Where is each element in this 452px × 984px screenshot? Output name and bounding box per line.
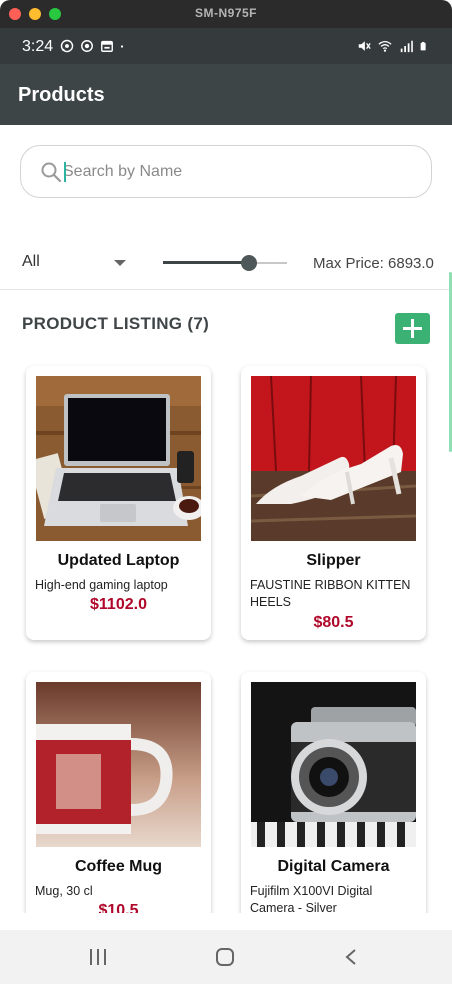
product-card[interactable]: Digital Camera Fujifilm X100VI Digital C… <box>241 672 426 913</box>
product-image-camera <box>251 682 416 847</box>
product-name: Coffee Mug <box>74 858 163 875</box>
product-image-heels <box>251 376 416 541</box>
product-card[interactable]: Slipper FAUSTINE RIBBON KITTEN HEELS $80… <box>241 366 426 640</box>
product-price: $80.5 <box>313 614 354 631</box>
listing-title: PRODUCT LISTING (7) <box>22 314 210 333</box>
page-title: Products <box>18 84 105 106</box>
app-bar: Products <box>0 64 452 125</box>
dot-icon <box>120 45 124 48</box>
slider-fill <box>163 261 249 264</box>
product-image-mug <box>36 682 201 847</box>
window-titlebar: SM-N975F <box>0 0 452 28</box>
battery-icon <box>420 41 426 51</box>
recents-icon[interactable] <box>90 949 108 965</box>
search-input[interactable] <box>63 160 403 184</box>
product-name: Updated Laptop <box>57 552 180 569</box>
whatsapp-icon <box>60 39 74 53</box>
system-nav-bar <box>0 930 452 984</box>
product-description: FAUSTINE RIBBON KITTEN HEELS <box>250 578 411 609</box>
calendar-icon <box>101 40 113 52</box>
product-card[interactable]: Updated Laptop High-end gaming laptop $1… <box>26 366 211 640</box>
text-caret <box>64 162 66 182</box>
product-name: Digital Camera <box>277 858 390 875</box>
max-price-slider[interactable] <box>163 253 287 273</box>
search-icon <box>41 162 62 183</box>
filter-row: All Max Price: 6893.0 <box>0 236 452 290</box>
category-selected-value: All <box>22 253 40 270</box>
max-price-label: Max Price: 6893.0 <box>313 255 434 272</box>
product-description: Fujifilm X100VI Digital Camera - Silver <box>250 884 373 913</box>
wifi-icon <box>378 40 392 52</box>
dropdown-arrow-icon <box>114 260 126 266</box>
status-time: 3:24 <box>22 38 54 55</box>
slider-thumb[interactable] <box>241 255 257 271</box>
search-box[interactable] <box>20 145 432 198</box>
window-title: SM-N975F <box>194 6 257 20</box>
signal-icon <box>400 40 413 53</box>
mute-icon <box>358 41 371 51</box>
category-dropdown[interactable]: All <box>22 250 132 276</box>
product-card[interactable]: Coffee Mug Mug, 30 cl $10.5 <box>26 672 211 913</box>
product-description: Mug, 30 cl <box>35 884 93 898</box>
product-image-laptop <box>36 376 201 541</box>
product-description: High-end gaming laptop <box>35 578 168 592</box>
home-icon[interactable] <box>216 948 234 966</box>
product-price: $1102.0 <box>90 596 147 613</box>
status-bar: 3:24 <box>0 28 452 64</box>
add-product-button[interactable] <box>395 313 430 344</box>
sync-icon <box>81 40 93 52</box>
back-icon[interactable] <box>343 948 359 966</box>
product-name: Slipper <box>306 552 361 569</box>
product-grid: Updated Laptop High-end gaming laptop $1… <box>0 355 452 913</box>
product-price: $10.5 <box>98 902 139 913</box>
